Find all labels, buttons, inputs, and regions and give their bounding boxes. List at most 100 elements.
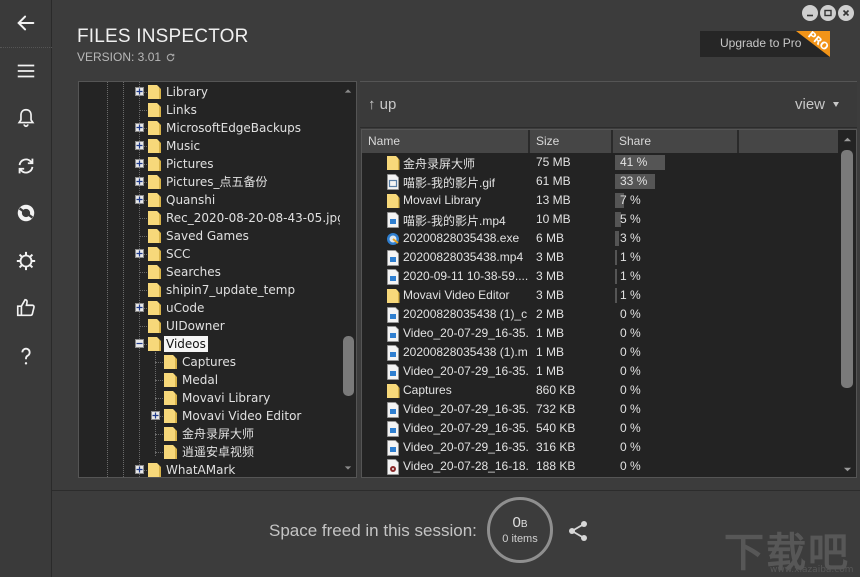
tree-item[interactable]: Pictures [79, 155, 341, 173]
table-row[interactable]: 20200828035438 (1)_c... 2 MB 0 % [362, 305, 839, 324]
tree-item[interactable]: MicrosoftEdgeBackups [79, 119, 341, 137]
table-row[interactable]: 喵影-我的影片.gif 61 MB 33 % [362, 172, 839, 191]
tree-item[interactable]: Pictures_点五备份 [79, 173, 341, 191]
tree-item-label[interactable]: Rec_2020-08-20-08-43-05.jpg [164, 210, 347, 226]
view-dropdown[interactable]: view [795, 96, 839, 113]
table-row[interactable]: Movavi Library 13 MB 7 % [362, 191, 839, 210]
tree-item-label[interactable]: Movavi Video Editor [180, 408, 303, 424]
table-row[interactable]: 2020-09-11 10-38-59.... 3 MB 1 % [362, 267, 839, 286]
maximize-button[interactable] [820, 5, 836, 21]
tree-item-label[interactable]: Pictures [164, 156, 216, 172]
tree-scrollbar[interactable] [340, 82, 356, 477]
column-header-extra[interactable] [739, 130, 839, 153]
menu-button[interactable] [0, 48, 52, 94]
table-row[interactable]: Video_20-07-29_16-35... 316 KB 0 % [362, 438, 839, 457]
close-button[interactable] [838, 5, 854, 21]
tree-item[interactable]: Links [79, 101, 341, 119]
tree-item-label[interactable]: Searches [164, 264, 223, 280]
list-scroll-thumb[interactable] [841, 150, 853, 388]
share-icon[interactable] [566, 519, 590, 543]
tree-item[interactable]: shipin7_update_temp [79, 281, 341, 299]
table-row[interactable]: 喵影-我的影片.mp4 10 MB 5 % [362, 210, 839, 229]
upgrade-to-pro-button[interactable]: Upgrade to Pro PRO [700, 31, 830, 57]
tree-item-label[interactable]: Links [164, 102, 199, 118]
scroll-down-arrow-icon[interactable] [343, 463, 353, 473]
tree-item[interactable]: SCC [79, 245, 341, 263]
tree-item-label[interactable]: UIDowner [164, 318, 227, 334]
expand-icon[interactable] [135, 141, 144, 150]
tree-item[interactable]: Captures [79, 353, 341, 371]
tree-scroll-thumb[interactable] [343, 336, 354, 396]
column-header-size[interactable]: Size [530, 130, 613, 153]
tree-item[interactable]: Medal [79, 371, 341, 389]
minimize-button[interactable] [802, 5, 818, 21]
table-row[interactable]: 20200828035438.exe 6 MB 3 % [362, 229, 839, 248]
table-row[interactable]: 金舟录屏大师 75 MB 41 % [362, 153, 839, 172]
tree-item-label[interactable]: Medal [180, 372, 220, 388]
table-row[interactable]: Video_20-07-29_16-35... 1 MB 0 % [362, 362, 839, 381]
tree-item-label[interactable]: Movavi Library [180, 390, 272, 406]
table-row[interactable]: 20200828035438 (1).m... 1 MB 0 % [362, 343, 839, 362]
tree-item-label[interactable]: Saved Games [164, 228, 251, 244]
settings-button[interactable] [0, 238, 52, 284]
tree-item[interactable]: Library [79, 83, 341, 101]
table-row[interactable]: 20200828035438.mp4 3 MB 1 % [362, 248, 839, 267]
table-row[interactable]: Video_20-07-29_16-35... 540 KB 0 % [362, 419, 839, 438]
notifications-button[interactable] [0, 95, 52, 141]
tree-item-label[interactable]: SCC [164, 246, 192, 262]
scroll-up-arrow-icon[interactable] [343, 86, 353, 96]
table-row[interactable]: Video_20-07-29_16-35... 1 MB 0 % [362, 324, 839, 343]
list-scrollbar[interactable] [838, 130, 856, 477]
expand-icon[interactable] [135, 177, 144, 186]
tree-item-label[interactable]: uCode [164, 300, 206, 316]
column-header-name[interactable]: Name [362, 130, 530, 153]
tree-item[interactable]: Music [79, 137, 341, 155]
tree-item[interactable]: Searches [79, 263, 341, 281]
tree-item-label[interactable]: WhatAMark [164, 462, 237, 477]
tree-item[interactable]: 逍遥安卓视频 [79, 443, 341, 461]
tree-item[interactable]: uCode [79, 299, 341, 317]
tree-item-label[interactable]: Pictures_点五备份 [164, 174, 270, 190]
help-button[interactable] [0, 333, 52, 379]
column-header-share[interactable]: Share [613, 130, 739, 153]
expand-icon[interactable] [151, 411, 160, 420]
tree-item[interactable]: Quanshi [79, 191, 341, 209]
tree-item[interactable]: Saved Games [79, 227, 341, 245]
table-row[interactable]: Video_20-07-28_16-18... 188 KB 0 % [362, 457, 839, 476]
tree-item[interactable]: Movavi Video Editor [79, 407, 341, 425]
tree-item[interactable]: WhatAMark [79, 461, 341, 477]
tree-item-label[interactable]: Library [164, 84, 210, 100]
support-button[interactable] [0, 190, 52, 236]
table-row[interactable]: Captures 860 KB 0 % [362, 381, 839, 400]
tree-item-label[interactable]: Music [164, 138, 202, 154]
like-button[interactable] [0, 285, 52, 331]
tree-item[interactable]: UIDowner [79, 317, 341, 335]
scroll-down-arrow-icon[interactable] [842, 464, 852, 474]
refresh-button[interactable] [0, 143, 52, 189]
table-row[interactable]: Movavi Video Editor 3 MB 1 % [362, 286, 839, 305]
tree-item-label[interactable]: 逍遥安卓视频 [180, 444, 256, 460]
expand-icon[interactable] [135, 123, 144, 132]
tree-item[interactable]: Videos [79, 335, 341, 353]
expand-icon[interactable] [135, 195, 144, 204]
tree-item[interactable]: 金舟录屏大师 [79, 425, 341, 443]
table-row[interactable]: Video_20-07-29_16-35... 732 KB 0 % [362, 400, 839, 419]
expand-icon[interactable] [135, 303, 144, 312]
scroll-up-arrow-icon[interactable] [842, 134, 852, 144]
tree-item[interactable]: Movavi Library [79, 389, 341, 407]
tree-item-label[interactable]: shipin7_update_temp [164, 282, 297, 298]
back-button[interactable] [0, 0, 52, 46]
expand-icon[interactable] [135, 87, 144, 96]
tree-item-label[interactable]: Captures [180, 354, 238, 370]
expand-icon[interactable] [135, 465, 144, 474]
tree-item-label[interactable]: 金舟录屏大师 [180, 426, 256, 442]
expand-icon[interactable] [135, 249, 144, 258]
tree-item-label[interactable]: MicrosoftEdgeBackups [164, 120, 303, 136]
up-button[interactable]: ↑ up [368, 96, 396, 113]
update-check-icon[interactable] [165, 52, 176, 63]
expand-icon[interactable] [135, 159, 144, 168]
collapse-icon[interactable] [135, 339, 144, 348]
tree-item-label[interactable]: Quanshi [164, 192, 217, 208]
tree-item[interactable]: Rec_2020-08-20-08-43-05.jpg [79, 209, 345, 227]
tree-item-label[interactable]: Videos [164, 336, 208, 352]
